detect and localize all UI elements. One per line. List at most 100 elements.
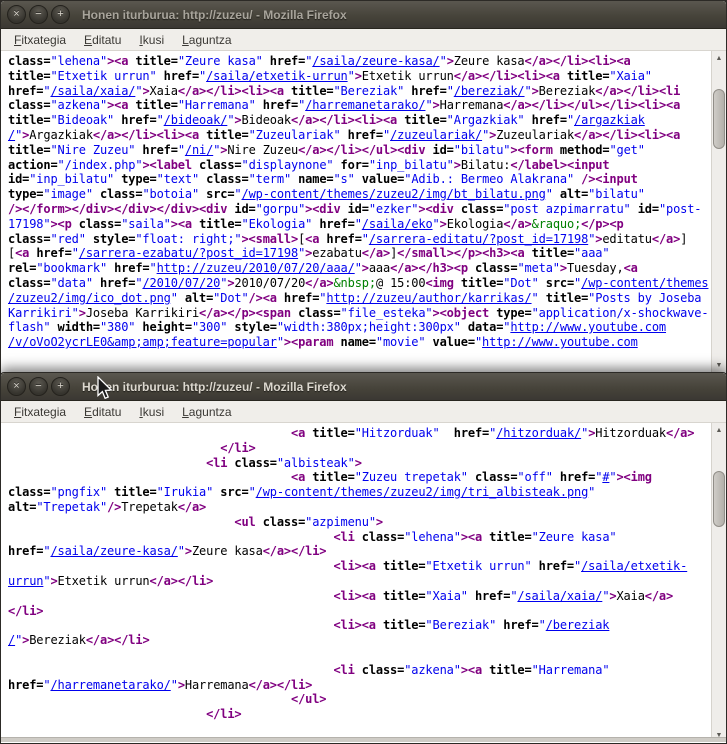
source-link[interactable]: /saila/xaia/: [517, 589, 602, 603]
source-token: </a></h3><p: [390, 261, 475, 275]
source-link[interactable]: /saila/xaia/: [50, 84, 135, 98]
source-link[interactable]: http://www.youtube.com: [482, 335, 638, 349]
scroll-down-icon[interactable]: ▼: [712, 358, 726, 372]
source-link[interactable]: /zuzeu2/img/ico_dot.png: [8, 291, 171, 305]
source-token: "Harremana": [532, 663, 610, 677]
menu-editatu[interactable]: Editatu: [75, 31, 130, 49]
maximize-button[interactable]: +: [51, 377, 70, 396]
source-token: </a></li>: [249, 678, 313, 692]
source-line: <li><a title="Etxetik urrun" href="/sail…: [8, 559, 711, 574]
source-link[interactable]: /bereziak/: [454, 84, 525, 98]
menu-fitxategia[interactable]: Fitxategia: [5, 403, 75, 421]
source-token: title=: [539, 291, 589, 305]
source-line: href="/harremanetarako/">Harremana</a></…: [8, 678, 711, 693]
source-token: "380": [100, 320, 135, 334]
window-title: Honen iturburua: http://zuzeu/ - Mozilla…: [82, 8, 347, 22]
titlebar[interactable]: ×−+ Honen iturburua: http://zuzeu/ - Moz…: [1, 373, 726, 401]
source-token: value=: [425, 335, 475, 349]
source-link[interactable]: /zuzeulariak/: [390, 128, 482, 142]
source-link[interactable]: /argazkiak: [574, 113, 645, 127]
source-link[interactable]: /wp-content/themes/zuzeu2/img/bt_bilatu.…: [242, 187, 546, 201]
close-button[interactable]: ×: [7, 377, 26, 396]
close-button[interactable]: ×: [7, 5, 26, 24]
source-token: ": [425, 98, 432, 112]
vertical-scrollbar[interactable]: ▲ ▼: [711, 423, 726, 742]
source-link[interactable]: http://zuzeu/author/karrikas/: [326, 291, 531, 305]
source-link[interactable]: /wp-content/themes: [581, 276, 708, 290]
scroll-up-icon[interactable]: ▲: [712, 423, 726, 437]
source-token: "inp_bilatu": [369, 158, 454, 172]
scrollbar-track[interactable]: [712, 437, 726, 728]
maximize-button[interactable]: +: [51, 5, 70, 24]
menu-laguntza[interactable]: Laguntza: [173, 31, 240, 49]
source-token: href=: [157, 69, 199, 83]
menu-ikusi[interactable]: Ikusi: [130, 403, 173, 421]
source-line: title="Nire Zuzeu" href="/ni/">Nire Zuze…: [8, 143, 711, 158]
titlebar[interactable]: ×−+ Honen iturburua: http://zuzeu/ - Moz…: [1, 1, 726, 29]
source-token: </a></li><li><a: [574, 128, 680, 142]
minimize-button[interactable]: −: [29, 5, 48, 24]
source-link[interactable]: /saila/etxetik-: [581, 559, 687, 573]
vertical-scrollbar[interactable]: ▲ ▼: [711, 51, 726, 372]
source-token: </a>: [178, 500, 206, 514]
source-link[interactable]: /2010/07/20: [142, 276, 220, 290]
menu-ikusi[interactable]: Ikusi: [130, 31, 173, 49]
source-link[interactable]: /sarrera-ezabatu/?post_id=17198: [79, 246, 298, 260]
source-link[interactable]: http://zuzeu/2010/07/20/aaa/: [157, 261, 355, 275]
source-token: "Zuzeu trepetak": [355, 470, 468, 484]
source-token: class=: [199, 172, 249, 186]
scrollbar-thumb[interactable]: [713, 89, 725, 149]
source-token: </a></li></ul><div: [298, 143, 432, 157]
source-token: "text": [157, 172, 199, 186]
source-token: <a: [291, 426, 312, 440]
source-token: title=: [532, 246, 574, 260]
scroll-up-icon[interactable]: ▲: [712, 51, 726, 65]
source-token: Nire Zuzeu: [227, 143, 298, 157]
menu-fitxategia[interactable]: Fitxategia: [5, 31, 75, 49]
source-token: </a></li><li><a: [178, 84, 291, 98]
source-link[interactable]: /v/oVoO2ycrLE0&amp;amp;feature=popular: [8, 335, 277, 349]
source-link[interactable]: /saila/eko: [362, 217, 433, 231]
source-token: >: [50, 574, 57, 588]
source-link[interactable]: /saila/zeure-kasa/: [50, 544, 177, 558]
source-link[interactable]: /ni/: [185, 143, 213, 157]
source-link[interactable]: /saila/zeure-kasa/: [312, 54, 439, 68]
source-link[interactable]: /bideoak/: [164, 113, 228, 127]
window-resize-edge[interactable]: [1, 737, 726, 742]
source-line: title="Etxetik urrun" href="/saila/etxet…: [8, 69, 711, 84]
source-link[interactable]: /harremanetarako/: [305, 98, 425, 112]
source-token: </a></li><li: [595, 84, 680, 98]
source-token: title=: [206, 128, 248, 142]
source-token: >: [560, 261, 567, 275]
minimize-button[interactable]: −: [29, 377, 48, 396]
source-token: "bookmark": [36, 261, 107, 275]
source-token: "Etxetik urrun": [50, 69, 156, 83]
source-token: "bilatu": [454, 143, 511, 157]
source-token: "Nire Zuzeu": [50, 143, 135, 157]
scrollbar-track[interactable]: [712, 65, 726, 358]
source-link[interactable]: /harremanetarako/: [50, 678, 170, 692]
source-link[interactable]: /sarrera-editatu/?post_id=17198: [369, 232, 588, 246]
source-token: <a: [291, 470, 312, 484]
source-token: name=: [291, 172, 333, 186]
source-token: href=: [8, 678, 43, 692]
source-token: </a>: [652, 232, 680, 246]
source-token: "Argazkiak": [447, 113, 525, 127]
source-token: alt=: [178, 291, 213, 305]
window-title: Honen iturburua: http://zuzeu/ - Mozilla…: [82, 380, 347, 394]
source-token: &nbsp;: [333, 276, 375, 290]
scrollbar-thumb[interactable]: [713, 471, 725, 527]
source-link[interactable]: http://www.youtube.com: [510, 320, 666, 334]
menu-laguntza[interactable]: Laguntza: [173, 403, 240, 421]
menu-editatu[interactable]: Editatu: [75, 403, 130, 421]
source-link[interactable]: /bereziak: [546, 618, 610, 632]
source-link[interactable]: /hitzorduak/: [496, 426, 581, 440]
source-token: href=: [8, 544, 43, 558]
source-link[interactable]: urrun: [8, 574, 43, 588]
source-link[interactable]: /saila/etxetik-urrun: [206, 69, 348, 83]
source-token: href=: [525, 113, 567, 127]
source-token: ><a: [107, 98, 135, 112]
source-line: <a title="Hitzorduak" href="/hitzorduak/…: [8, 426, 711, 441]
source-link[interactable]: /wp-content/themes/zuzeu2/img/tri_albist…: [256, 485, 589, 499]
source-token: </a>: [305, 276, 333, 290]
